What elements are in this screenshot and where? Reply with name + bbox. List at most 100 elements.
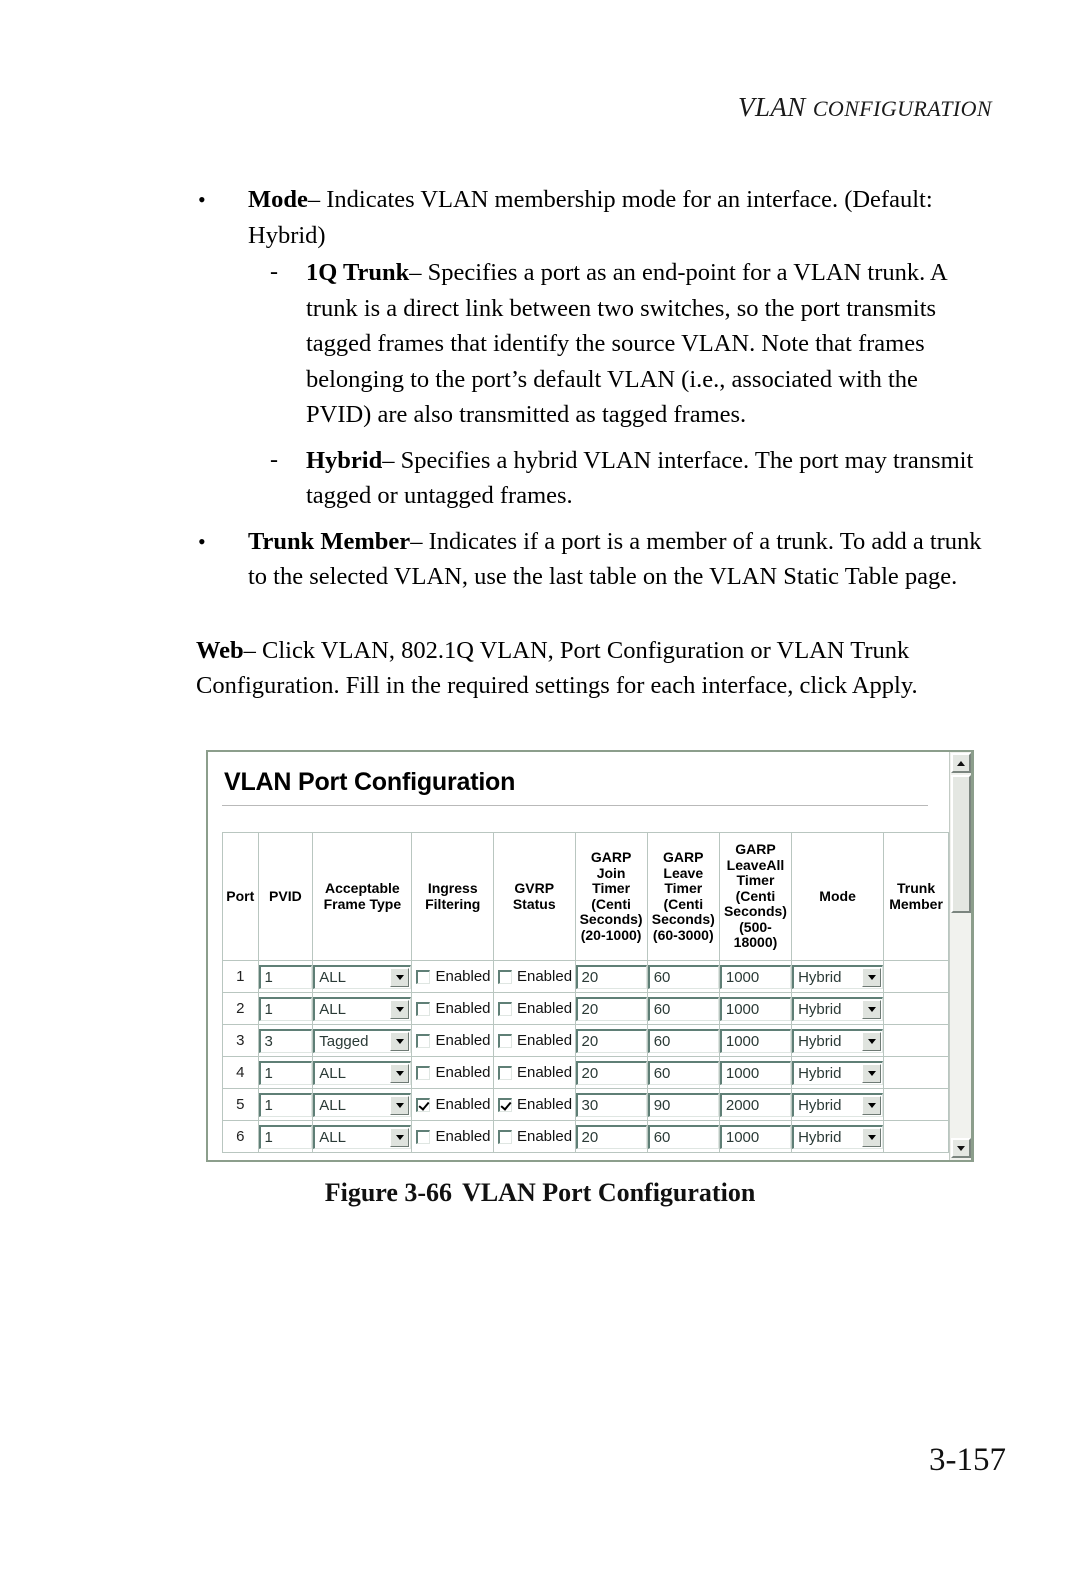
garp-leave-timer-input[interactable]: 60 — [647, 964, 719, 989]
pvid-input[interactable]: 1 — [258, 996, 313, 1021]
ingress-filtering-checkbox[interactable]: Enabled — [412, 1064, 493, 1081]
garp-leaveall-timer-input[interactable]: 2000 — [719, 1092, 792, 1117]
scrollbar-thumb[interactable] — [951, 775, 971, 913]
chevron-down-icon[interactable] — [390, 1095, 410, 1115]
gvrp-status-checkbox-box[interactable] — [497, 1033, 512, 1048]
col-line: 18000) — [733, 934, 778, 951]
pvid-input[interactable]: 1 — [258, 1092, 313, 1117]
acceptable-frame-type-select-value: ALL — [319, 1128, 346, 1146]
garp-join-timer-input[interactable]: 20 — [575, 1124, 647, 1149]
acceptable-frame-type-select[interactable]: Tagged — [313, 1028, 412, 1053]
pvid-input[interactable]: 1 — [258, 1124, 313, 1149]
gvrp-status-checkbox[interactable]: Enabled — [494, 1000, 575, 1017]
chevron-down-icon[interactable] — [390, 1127, 410, 1147]
col-header-garp-join-timer: GARP Join Timer (Centi Seconds) (20-1000… — [574, 832, 648, 961]
vertical-scrollbar[interactable] — [949, 752, 971, 1160]
chevron-down-icon[interactable] — [862, 999, 882, 1019]
garp-leaveall-timer-input[interactable]: 1000 — [719, 1124, 792, 1149]
cell-ingress-filtering: Enabled — [411, 960, 494, 993]
acceptable-frame-type-select[interactable]: ALL — [313, 996, 412, 1021]
gvrp-status-checkbox-box[interactable] — [497, 1097, 512, 1112]
garp-leaveall-timer-input[interactable]: 1000 — [719, 1028, 792, 1053]
gvrp-status-checkbox[interactable]: Enabled — [494, 968, 575, 985]
chevron-down-icon[interactable] — [862, 1031, 882, 1051]
cell-pvid: 1 — [257, 1056, 314, 1089]
ingress-filtering-checkbox[interactable]: Enabled — [412, 1096, 493, 1113]
col-line: (60-3000) — [652, 926, 714, 943]
acceptable-frame-type-select[interactable]: ALL — [313, 1124, 412, 1149]
gvrp-status-checkbox[interactable]: Enabled — [494, 1096, 575, 1113]
garp-leave-timer-input[interactable]: 60 — [647, 1124, 719, 1149]
cell-gvrp-status: Enabled — [492, 992, 576, 1025]
ingress-filtering-checkbox[interactable]: Enabled — [412, 1032, 493, 1049]
pvid-input[interactable]: 1 — [258, 964, 313, 989]
gvrp-status-checkbox[interactable]: Enabled — [494, 1032, 575, 1049]
col-header-acceptable-frame-type: Acceptable Frame Type — [312, 832, 413, 961]
bullet-glyph-icon: • — [198, 528, 206, 554]
chevron-down-icon[interactable] — [862, 1063, 882, 1083]
chevron-down-icon[interactable] — [862, 1095, 882, 1115]
cell-pvid: 1 — [257, 992, 314, 1025]
chevron-down-icon[interactable] — [390, 967, 410, 987]
gvrp-status-checkbox[interactable]: Enabled — [494, 1128, 575, 1145]
subitem-hybrid: - Hybrid– Specifies a hybrid VLAN interf… — [270, 443, 986, 514]
mode-select[interactable]: Hybrid — [792, 1060, 884, 1085]
gvrp-status-checkbox-box[interactable] — [497, 969, 512, 984]
mode-select[interactable]: Hybrid — [792, 1124, 884, 1149]
garp-leaveall-timer-input[interactable]: 1000 — [719, 1060, 792, 1085]
chevron-down-icon[interactable] — [390, 999, 410, 1019]
gvrp-status-checkbox-label: Enabled — [516, 1032, 573, 1049]
garp-join-timer-input[interactable]: 20 — [575, 1028, 647, 1053]
subitem-1q-trunk-text: 1Q Trunk– Specifies a port as an end-poi… — [306, 255, 986, 433]
ingress-filtering-checkbox-box[interactable] — [416, 1033, 431, 1048]
ingress-filtering-checkbox-box[interactable] — [416, 1129, 431, 1144]
gvrp-status-checkbox-box[interactable] — [497, 1001, 512, 1016]
gvrp-status-checkbox[interactable]: Enabled — [494, 1064, 575, 1081]
garp-leave-timer-input[interactable]: 60 — [647, 1028, 719, 1053]
acceptable-frame-type-select[interactable]: ALL — [313, 964, 412, 989]
acceptable-frame-type-select[interactable]: ALL — [313, 1092, 412, 1117]
mode-select[interactable]: Hybrid — [792, 1028, 884, 1053]
chevron-down-icon[interactable] — [390, 1031, 410, 1051]
col-line: Timer — [664, 880, 703, 896]
gvrp-status-checkbox-box[interactable] — [497, 1065, 512, 1080]
mode-select-value: Hybrid — [798, 968, 842, 986]
pvid-input[interactable]: 1 — [258, 1060, 313, 1085]
garp-leaveall-timer-input[interactable]: 1000 — [719, 996, 792, 1021]
ingress-filtering-checkbox-label: Enabled — [435, 1000, 491, 1017]
garp-join-timer-input[interactable]: 20 — [575, 1060, 647, 1085]
chevron-down-icon[interactable] — [390, 1063, 410, 1083]
gvrp-status-checkbox-box[interactable] — [497, 1129, 512, 1144]
garp-leave-timer-input[interactable]: 90 — [647, 1092, 719, 1117]
ingress-filtering-checkbox-box[interactable] — [416, 969, 431, 984]
ingress-filtering-checkbox[interactable]: Enabled — [412, 1000, 493, 1017]
mode-select[interactable]: Hybrid — [792, 1092, 884, 1117]
mode-select[interactable]: Hybrid — [792, 996, 884, 1021]
col-line: GARP — [590, 849, 632, 865]
acceptable-frame-type-select[interactable]: ALL — [313, 1060, 412, 1085]
garp-join-timer-input[interactable]: 20 — [575, 996, 647, 1021]
ingress-filtering-checkbox[interactable]: Enabled — [412, 1128, 493, 1145]
garp-leave-timer-input[interactable]: 60 — [647, 1060, 719, 1085]
cell-mode: Hybrid — [791, 992, 885, 1025]
ingress-filtering-checkbox[interactable]: Enabled — [412, 968, 493, 985]
ingress-filtering-checkbox-box[interactable] — [416, 1097, 431, 1112]
cell-trunk-member — [883, 1088, 949, 1121]
web-text: Click VLAN, 802.1Q VLAN, Port Configurat… — [196, 636, 918, 700]
pvid-input[interactable]: 3 — [258, 1028, 313, 1053]
garp-join-timer-input[interactable]: 30 — [575, 1092, 647, 1117]
mode-select-value: Hybrid — [798, 1000, 842, 1018]
chevron-down-icon[interactable] — [862, 1127, 882, 1147]
ingress-filtering-checkbox-box[interactable] — [416, 1001, 431, 1016]
cell-garp-join: 20 — [574, 960, 648, 993]
garp-leave-timer-input[interactable]: 60 — [647, 996, 719, 1021]
garp-join-timer-input[interactable]: 20 — [575, 964, 647, 989]
scroll-down-button[interactable] — [951, 1138, 971, 1158]
chevron-down-icon[interactable] — [862, 967, 882, 987]
mode-select[interactable]: Hybrid — [792, 964, 884, 989]
ingress-filtering-checkbox-box[interactable] — [416, 1065, 431, 1080]
scroll-up-button[interactable] — [951, 753, 971, 773]
col-line: (Centi — [663, 895, 704, 912]
garp-leaveall-timer-input[interactable]: 1000 — [719, 964, 792, 989]
